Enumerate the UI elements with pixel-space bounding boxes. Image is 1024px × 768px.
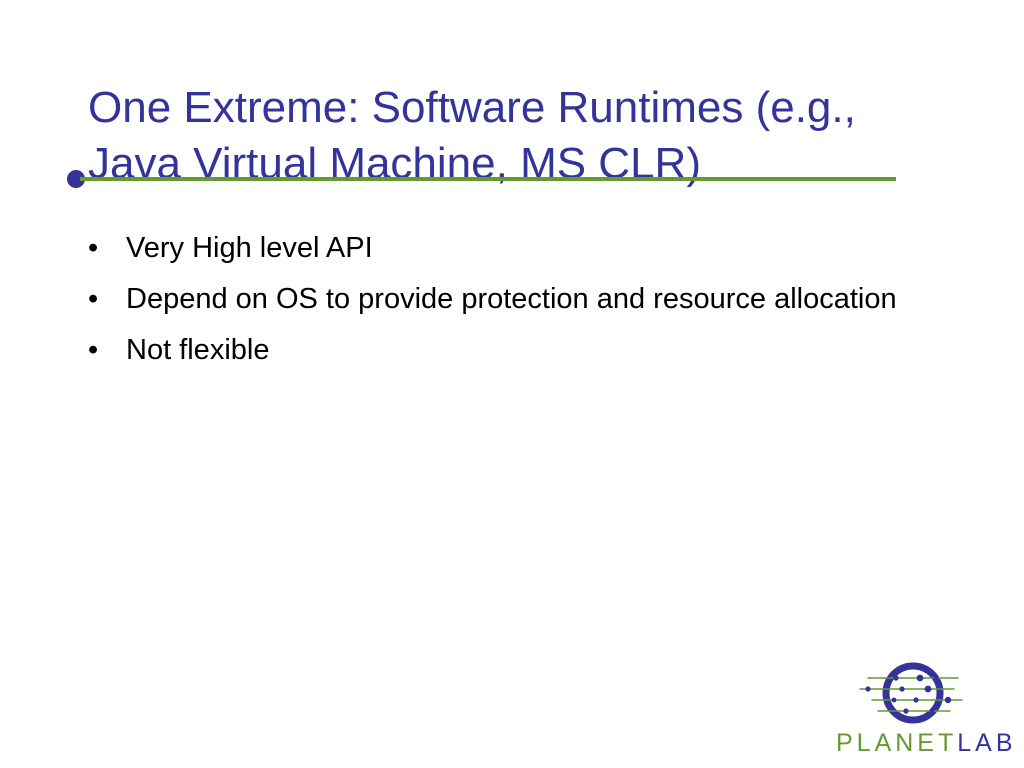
bullet-icon: • <box>88 334 99 366</box>
bullet-text: Not flexible <box>126 334 270 366</box>
title-underline-rule <box>80 177 896 181</box>
bullet-item: • Depend on OS to provide protection and… <box>88 279 908 319</box>
bullet-icon: • <box>88 283 99 315</box>
planetlab-wordmark: PLANETLAB <box>836 728 1013 758</box>
wordmark-lab: LAB <box>957 729 1017 757</box>
bullet-item: • Not flexible <box>88 330 908 370</box>
bullet-text: Very High level API <box>126 232 373 264</box>
slide-title-line-1: One Extreme: Software Runtimes (e.g., <box>88 83 856 132</box>
planetlab-logo: PLANETLAB <box>836 660 1013 760</box>
bullet-icon: • <box>88 232 99 264</box>
bullet-text: Depend on OS to provide protection and r… <box>126 283 897 315</box>
wordmark-planet: PLANET <box>836 729 958 757</box>
planetlab-globe-icon <box>859 662 963 724</box>
bullet-list: • Very High level API • Depend on OS to … <box>88 228 908 381</box>
bullet-item: • Very High level API <box>88 228 908 268</box>
slide-title: One Extreme: Software Runtimes (e.g., Ja… <box>88 80 948 192</box>
